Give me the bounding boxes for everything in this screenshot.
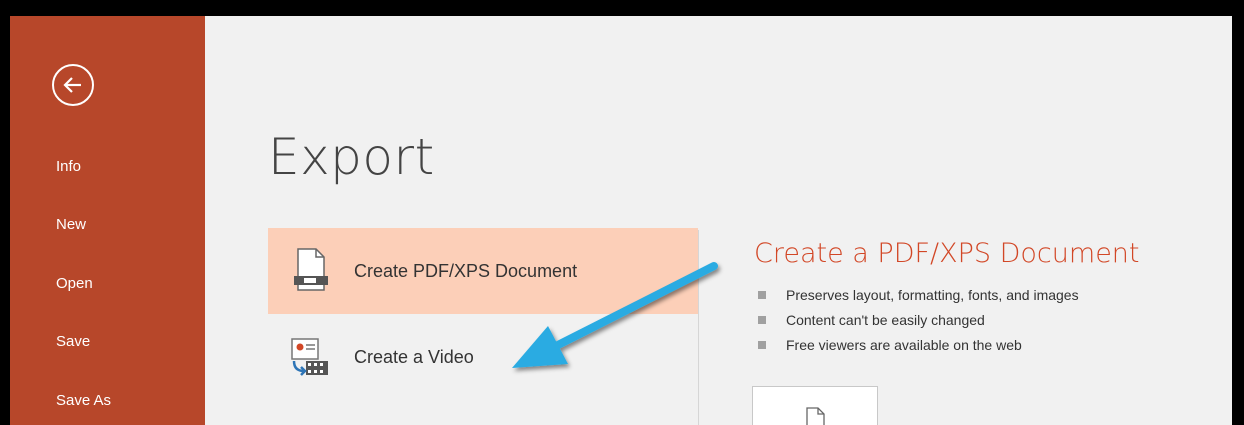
backstage-window: Info New Open Save Save As Export Create… [10,16,1232,425]
option-create-video[interactable]: Create a Video [268,314,698,400]
pdf-document-icon [282,243,338,299]
option-label: Create a Video [354,346,474,367]
list-item: Content can't be easily changed [754,307,1079,332]
option-label: Create PDF/XPS Document [354,260,578,281]
bullet-text: Preserves layout, formatting, fonts, and… [786,286,1079,303]
option-create-pdf-xps[interactable]: Create PDF/XPS Document [268,228,698,314]
sidebar-item-label: Save As [56,391,112,409]
sidebar-item-save-as[interactable]: Save As [10,378,205,422]
list-item: Free viewers are available on the web [754,332,1079,357]
export-options-list: Create PDF/XPS Document Create a Video [268,228,698,400]
bullet-square-icon [758,340,766,349]
sidebar-item-save[interactable]: Save [10,319,205,363]
sidebar-item-label: Info [56,157,82,175]
page-title: Export [268,128,435,186]
back-button[interactable] [52,64,94,106]
bullet-square-icon [758,315,766,324]
sidebar-item-label: Save [56,332,91,350]
detail-bullets: Preserves layout, formatting, fonts, and… [754,282,1079,357]
sidebar-item-open[interactable]: Open [10,261,205,305]
bullet-square-icon [758,290,766,299]
detail-title: Create a PDF/XPS Document [754,238,1140,269]
bullet-text: Free viewers are available on the web [786,336,1022,353]
sidebar-item-info[interactable]: Info [10,144,205,188]
backstage-sidebar: Info New Open Save Save As [10,16,205,425]
document-icon [806,407,825,425]
sidebar-item-label: New [56,215,87,233]
create-pdf-xps-button[interactable] [752,386,878,425]
back-arrow-icon [63,77,81,93]
list-item: Preserves layout, formatting, fonts, and… [754,282,1079,307]
panel-divider [698,230,699,425]
video-icon [282,329,338,385]
sidebar-item-label: Open [56,274,93,292]
sidebar-item-new[interactable]: New [10,202,205,246]
bullet-text: Content can't be easily changed [786,311,985,328]
